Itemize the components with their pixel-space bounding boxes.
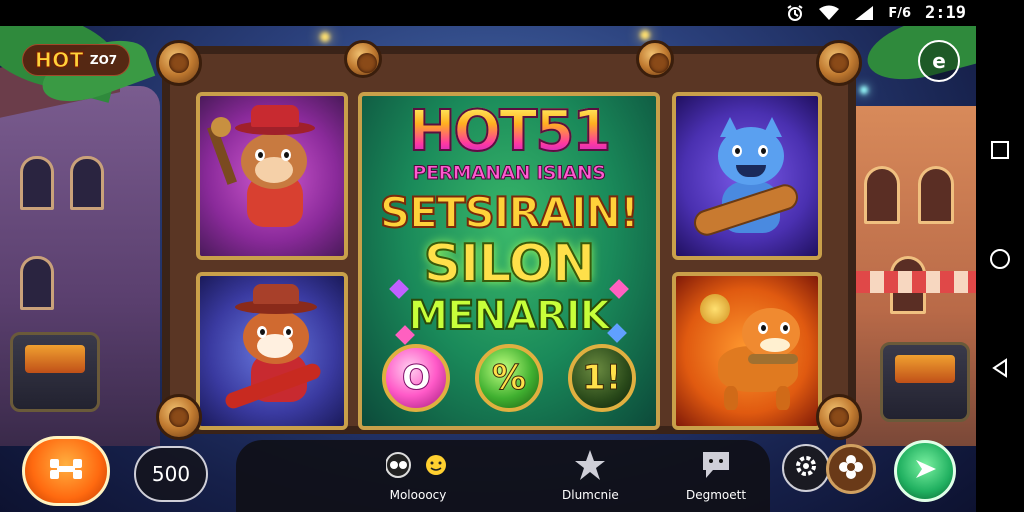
decor-slot-machine <box>880 342 970 422</box>
light-glow <box>320 32 330 42</box>
back-triangle-icon[interactable] <box>988 356 1012 380</box>
tab-label: Dlumcnie <box>562 488 619 502</box>
coin-label: O <box>401 358 431 399</box>
building-window <box>20 156 54 210</box>
coin-row: O % 1! <box>362 344 656 412</box>
building-window <box>70 156 104 210</box>
frame-bolt-icon <box>816 40 862 86</box>
eyes-smile-icon <box>386 448 450 482</box>
hot-badge[interactable]: HOT ZO7 <box>22 44 131 76</box>
menu-button[interactable] <box>22 436 110 506</box>
status-bar: F/6 2:19 <box>0 0 1024 26</box>
star-icon <box>573 448 607 482</box>
decor-slot-machine <box>10 332 100 412</box>
android-nav-bar <box>976 26 1024 512</box>
hot-badge-text: HOT <box>35 48 84 73</box>
machine-screen <box>25 345 85 373</box>
title-block: HOT51 PERMANAN ISIANS SETSIRAIN! SILON M… <box>362 103 656 338</box>
building-window <box>918 166 954 224</box>
signal-icon <box>854 5 874 21</box>
bear-character-icon <box>207 105 327 241</box>
bet-amount: 500 <box>151 462 191 486</box>
recents-square-icon[interactable] <box>988 138 1012 162</box>
frame-bolt-icon <box>636 40 674 78</box>
profile-icon: e <box>932 49 946 73</box>
light-glow <box>640 30 650 40</box>
building-window <box>20 256 54 310</box>
wifi-icon <box>818 5 840 21</box>
fox-character-icon <box>217 284 327 416</box>
promo-line-1: SETSIRAIN! <box>379 188 640 237</box>
frame-bolt-icon <box>344 40 382 78</box>
flower-icon <box>837 453 865 485</box>
tab-label: Degmoett <box>686 488 747 502</box>
coin-label: 1! <box>582 358 622 399</box>
clock-time: 2:19 <box>925 3 966 23</box>
coin-green[interactable]: % <box>474 344 543 412</box>
cat-character-icon <box>690 111 802 241</box>
coin-pink[interactable]: O <box>382 344 451 412</box>
dog-character-icon <box>692 286 802 416</box>
tab-molooocy[interactable]: Molooocy <box>386 448 450 502</box>
coin-dark[interactable]: 1! <box>567 344 636 412</box>
menu-grid-icon <box>48 455 84 487</box>
center-title-panel: HOT51 PERMANAN ISIANS SETSIRAIN! SILON M… <box>358 92 660 430</box>
reel-tile-dog[interactable] <box>672 272 822 430</box>
settings-button[interactable] <box>782 444 830 492</box>
machine-screen <box>895 355 955 383</box>
slot-board: HOT51 PERMANAN ISIANS SETSIRAIN! SILON M… <box>156 40 862 440</box>
profile-button[interactable]: e <box>918 40 960 82</box>
frame-bolt-icon <box>156 40 202 86</box>
tab-panel: Molooocy Dlumcnie Degmoett <box>236 440 770 512</box>
game-title: HOT51 <box>362 103 656 161</box>
bottom-bar: 500 Molooocy Dlumcnie Degmoett <box>0 430 976 512</box>
promo-line-2: SILON <box>423 234 597 294</box>
light-glow <box>860 86 868 94</box>
hot-badge-sub: ZO7 <box>89 53 118 67</box>
chat-bubble-icon <box>699 448 733 482</box>
flower-button[interactable] <box>826 444 876 494</box>
gear-icon <box>793 453 819 483</box>
spin-play-button[interactable] <box>894 440 956 502</box>
alarm-icon <box>786 4 804 22</box>
building-window <box>864 166 900 224</box>
reel-tile-bear[interactable] <box>196 92 348 260</box>
tab-dlumcnie[interactable]: Dlumcnie <box>562 448 619 502</box>
battery-label: F/6 <box>888 5 912 21</box>
game-subtitle: PERMANAN ISIANS <box>412 162 606 185</box>
play-arrow-icon <box>910 454 940 488</box>
bet-amount-button[interactable]: 500 <box>134 446 208 502</box>
home-circle-icon[interactable] <box>988 247 1012 271</box>
game-scene: HOT ZO7 e HOT51 PERMANAN ISIANS SETSIRAI… <box>0 26 976 512</box>
shop-awning <box>856 271 976 293</box>
tab-label: Molooocy <box>389 488 447 502</box>
reel-tile-cat[interactable] <box>672 92 822 260</box>
reel-tile-fox[interactable] <box>196 272 348 430</box>
tab-degmoett[interactable]: Degmoett <box>686 448 746 502</box>
coin-label: % <box>491 358 527 399</box>
